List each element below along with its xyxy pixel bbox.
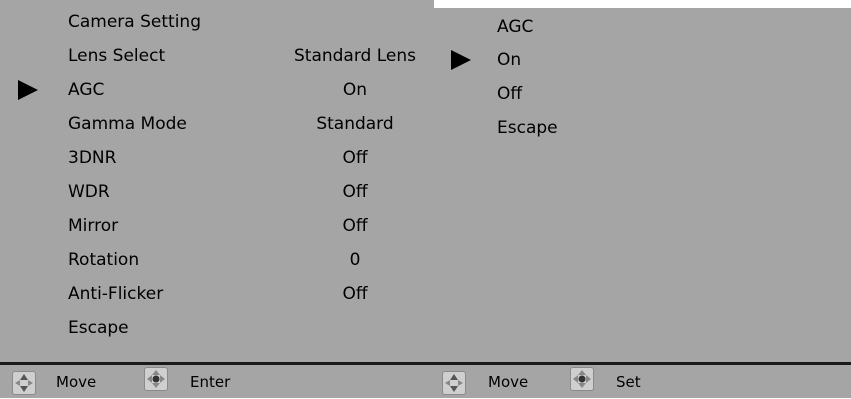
selection-pointer-icon [18,80,38,100]
menu-item-value: Off [342,148,368,168]
footer-move-label: Move [488,373,529,391]
dpad-updown-icon [12,371,36,395]
option-label: Escape [497,118,558,138]
footer-set-label: Set [616,373,641,391]
menu-item-agc[interactable]: AGC On [68,73,434,107]
menu-item-label: Mirror [68,216,119,236]
menu-item-gamma-mode[interactable]: Gamma Mode Standard [68,107,434,141]
dpad-center-icon [570,367,594,391]
menu-item-value: 0 [349,250,361,270]
menu-item-escape[interactable]: Escape [68,311,434,345]
camera-setting-menu: Camera Setting Lens Select Standard Lens A… [0,0,434,398]
menu-item-value: Standard Lens [293,46,416,66]
menu-item-rotation[interactable]: Rotation 0 [68,243,434,277]
menu-item-mirror[interactable]: Mirror Off [68,209,434,243]
dpad-center-icon [144,367,168,391]
option-label: On [497,50,522,70]
menu-item-label: 3DNR [68,148,117,168]
menu-item-value: Off [342,284,368,304]
menu-item-label: Lens Select [68,46,166,66]
menu-item-3dnr[interactable]: 3DNR Off [68,141,434,175]
menu-item-label: AGC [68,80,105,100]
menu-item-label: WDR [68,182,110,202]
menu-item-value: Off [342,182,368,202]
menu-item-wdr[interactable]: WDR Off [68,175,434,209]
menu-item-label: Gamma Mode [68,114,187,134]
menu-item-anti-flicker[interactable]: Anti-Flicker Off [68,277,434,311]
dpad-updown-icon [442,371,466,395]
agc-submenu: AGC On Off Escape Move Set [434,8,851,398]
menu-item-label: Escape [68,318,129,338]
submenu-footer: Move Set [434,365,851,399]
footer-move-label: Move [56,373,97,391]
menu-item-label: Anti-Flicker [68,284,164,304]
option-label: Off [497,84,523,104]
footer-enter-label: Enter [190,373,231,391]
menu-item-lens-select[interactable]: Lens Select Standard Lens [68,39,434,73]
menu-item-value: Standard [316,114,394,134]
menu-footer: Move Enter [0,365,434,399]
menu-item-label: Rotation [68,250,140,270]
menu-item-value: Off [342,216,368,236]
menu-item-value: On [342,80,368,100]
selection-pointer-icon [451,50,471,70]
